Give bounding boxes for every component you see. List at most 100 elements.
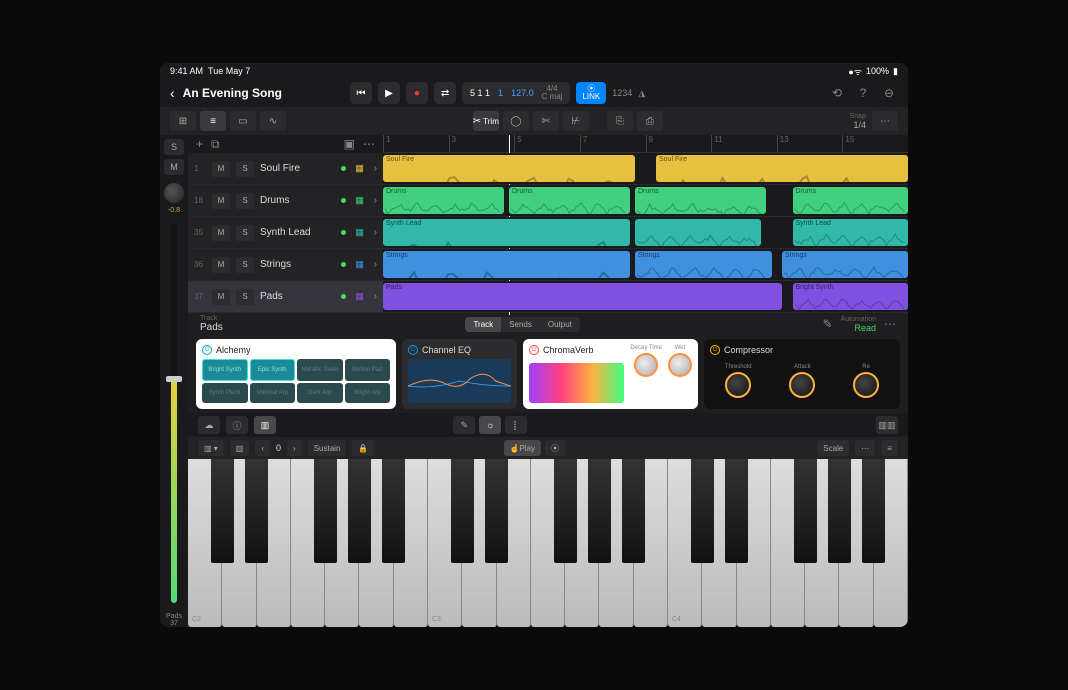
region[interactable]: Synth Lead xyxy=(383,219,630,246)
record-enable-dot[interactable] xyxy=(341,230,346,235)
volume-fader[interactable] xyxy=(171,224,177,603)
join-tool[interactable]: ⊬ xyxy=(563,111,589,131)
power-icon[interactable]: ⏻ xyxy=(408,345,418,355)
edit-tool[interactable]: ✎ xyxy=(453,416,475,434)
power-icon[interactable]: ⏻ xyxy=(710,345,720,355)
arpeggiator-button[interactable]: ⦿ xyxy=(545,440,565,456)
keyboard-size[interactable]: ▥ ▾ xyxy=(198,440,224,456)
track-row[interactable]: 1 M S Soul Fire ▦ › Soul FireSoul Fire xyxy=(188,153,908,185)
scale-button[interactable]: Scale xyxy=(817,440,849,456)
track-more-button[interactable]: ⋯ xyxy=(363,137,375,151)
region[interactable]: Drums xyxy=(793,187,909,214)
lcd-display[interactable]: 5 1 1 1 127.0 4/4C maj xyxy=(462,82,570,104)
region[interactable]: Strings xyxy=(782,251,908,278)
region[interactable]: Drums xyxy=(383,187,504,214)
region[interactable]: Bright Synth xyxy=(793,283,909,310)
split-button[interactable]: ▥ xyxy=(230,440,250,456)
mute-button[interactable]: M xyxy=(212,289,230,305)
timeline-ruler[interactable]: 1357911131517 xyxy=(383,135,908,153)
region[interactable]: Soul Fire xyxy=(656,155,908,182)
view-toggle[interactable]: ▥ xyxy=(254,416,276,434)
mute-button[interactable]: M xyxy=(212,161,230,177)
track-row[interactable]: 18 M S Drums ▦ › DrumsDrumsDrumsDrums xyxy=(188,185,908,217)
disclosure-icon[interactable]: › xyxy=(374,227,377,238)
instrument-icon[interactable]: ▦ xyxy=(352,289,368,305)
preset-cell[interactable]: Motion Pad xyxy=(345,359,391,381)
sustain-button[interactable]: Sustain xyxy=(308,440,347,456)
white-key[interactable] xyxy=(257,459,291,627)
settings-button[interactable]: ⊖ xyxy=(880,84,898,102)
record-enable-dot[interactable] xyxy=(341,198,346,203)
sound-browser-button[interactable]: ☁ xyxy=(198,416,220,434)
reverb-graph[interactable] xyxy=(529,363,624,403)
disclosure-icon[interactable]: › xyxy=(374,291,377,302)
instrument-icon[interactable]: ▦ xyxy=(352,161,368,177)
plugin-channel-eq[interactable]: ⏻Channel EQ xyxy=(402,339,517,409)
mute-button[interactable]: M xyxy=(212,257,230,273)
preset-cell[interactable]: Synth Pluck xyxy=(202,383,248,403)
help-button[interactable]: ? xyxy=(854,84,872,102)
info-button[interactable]: ⓘ xyxy=(226,416,248,434)
white-key[interactable] xyxy=(805,459,839,627)
compressor-knob[interactable] xyxy=(853,372,879,398)
track-lane[interactable]: Synth LeadSynth Lead xyxy=(383,217,908,248)
white-key[interactable] xyxy=(839,459,873,627)
count-in[interactable]: 1234 xyxy=(612,88,632,98)
track-row[interactable]: 35 M S Synth Lead ▦ › Synth LeadSynth Le… xyxy=(188,217,908,249)
track-lane[interactable]: Soul Fire Soul Fire xyxy=(383,153,908,184)
plugin-chromaverb[interactable]: ⏻ChromaVerb Decay Time Wet xyxy=(523,339,698,409)
song-title[interactable]: An Evening Song xyxy=(183,86,282,100)
undo-button[interactable]: ⟲ xyxy=(828,84,846,102)
duplicate-track-button[interactable]: ⧉ xyxy=(211,137,220,152)
automation-view-button[interactable]: ∿ xyxy=(260,111,286,131)
instrument-icon[interactable]: ▦ xyxy=(352,193,368,209)
solo-button[interactable]: S xyxy=(236,193,254,209)
trim-tool[interactable]: ✂ Trim xyxy=(473,111,499,131)
record-button[interactable]: ● xyxy=(406,82,428,104)
power-icon[interactable]: ⏻ xyxy=(529,345,539,355)
power-icon[interactable]: ⏻ xyxy=(202,345,212,355)
surface-play-button[interactable]: ☝ Play xyxy=(504,440,542,456)
region[interactable]: Soul Fire xyxy=(383,155,635,182)
preset-cell[interactable]: Epic Synth xyxy=(250,359,296,381)
track-lane[interactable]: Pads Bright Synth xyxy=(383,281,908,312)
record-enable-dot[interactable] xyxy=(341,262,346,267)
region[interactable]: Drums xyxy=(635,187,766,214)
region[interactable] xyxy=(635,219,761,246)
keys-glow-button[interactable]: ☼ xyxy=(479,416,501,434)
preset-cell[interactable]: Dark Arp xyxy=(297,383,343,403)
region[interactable]: Pads xyxy=(383,283,782,310)
compressor-knob[interactable] xyxy=(789,372,815,398)
octave-down[interactable]: ‹ xyxy=(255,440,270,456)
preset-cell[interactable]: Metallic Swell xyxy=(297,359,343,381)
instrument-icon[interactable]: ▦ xyxy=(352,257,368,273)
automation-mode[interactable]: Read xyxy=(841,323,876,333)
grid-view-button[interactable]: ⊞ xyxy=(170,111,196,131)
white-key[interactable] xyxy=(771,459,805,627)
more-button[interactable]: ⋯ xyxy=(872,111,898,131)
decay-knob[interactable] xyxy=(634,353,658,377)
wet-knob[interactable] xyxy=(668,353,692,377)
track-row[interactable]: 36 M S Strings ▦ › StringsStringsStrings xyxy=(188,249,908,281)
solo-button[interactable]: S xyxy=(236,225,254,241)
preset-cell[interactable]: Minimal Arp xyxy=(250,383,296,403)
white-key[interactable]: C2 xyxy=(188,459,222,627)
octave-up[interactable]: › xyxy=(287,440,302,456)
tab-sends[interactable]: Sends xyxy=(501,317,540,332)
pan-knob[interactable] xyxy=(164,183,184,203)
controls-button[interactable]: ⡇ xyxy=(505,416,527,434)
back-button[interactable]: ‹ xyxy=(170,85,175,101)
catch-button[interactable]: ▣ xyxy=(344,137,355,151)
tab-track[interactable]: Track xyxy=(465,317,501,332)
white-key[interactable] xyxy=(599,459,633,627)
mute-button[interactable]: M xyxy=(212,225,230,241)
disclosure-icon[interactable]: › xyxy=(374,259,377,270)
keyboard-icon[interactable]: ▥▥ xyxy=(876,416,898,434)
plugin-alchemy[interactable]: ⏻Alchemy Bright SynthEpic SynthMetallic … xyxy=(196,339,396,409)
white-key[interactable] xyxy=(222,459,256,627)
compressor-knob[interactable] xyxy=(725,372,751,398)
keyboard[interactable]: C2C3C4 xyxy=(188,459,908,627)
mute-master[interactable]: M xyxy=(164,159,184,175)
add-track-button[interactable]: + xyxy=(196,137,203,151)
white-key[interactable] xyxy=(565,459,599,627)
